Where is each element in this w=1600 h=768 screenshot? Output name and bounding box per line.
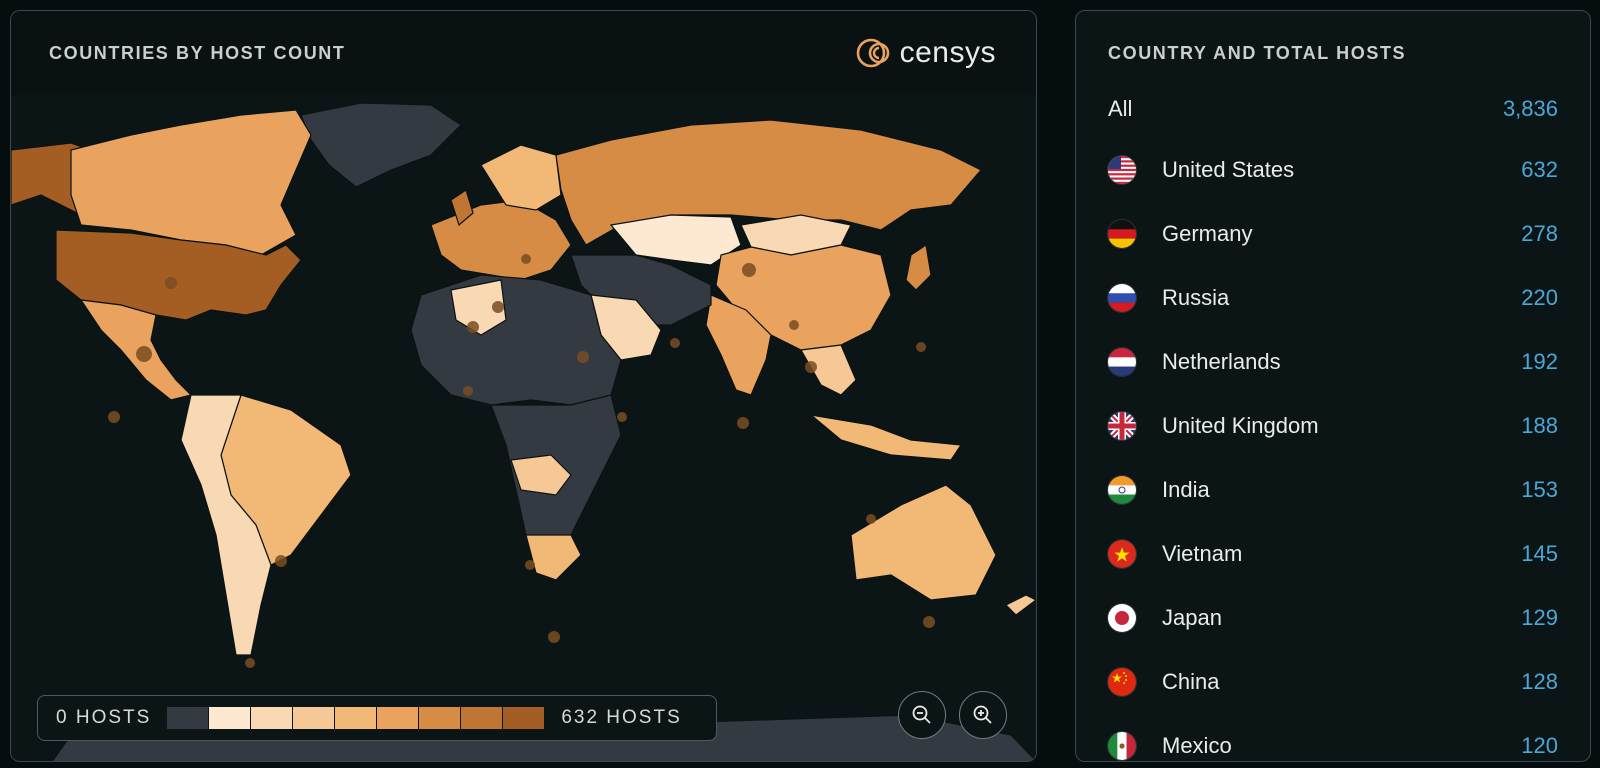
country-row[interactable]: Germany 278 bbox=[1076, 202, 1590, 266]
world-map-svg[interactable] bbox=[11, 95, 1037, 762]
country-row[interactable]: United States 632 bbox=[1076, 138, 1590, 202]
region-greenland[interactable] bbox=[300, 102, 462, 188]
all-count: 3,836 bbox=[1502, 96, 1558, 121]
country-rows: United States 632 Germany 278 Russia 220 bbox=[1076, 138, 1590, 761]
country-name: Russia bbox=[1162, 285, 1230, 310]
mx-flag-icon bbox=[1108, 732, 1136, 760]
country-count: 145 bbox=[1521, 541, 1558, 566]
zoom-in-button[interactable] bbox=[959, 691, 1007, 739]
map-legend: 0 HOSTS 632 HOSTS bbox=[37, 695, 717, 741]
in-flag-icon bbox=[1108, 476, 1136, 504]
country-row[interactable]: India 153 bbox=[1076, 458, 1590, 522]
country-row[interactable]: Japan 129 bbox=[1076, 586, 1590, 650]
de-flag-icon bbox=[1108, 220, 1136, 248]
region-japan[interactable] bbox=[905, 243, 932, 291]
legend-color-scale bbox=[167, 707, 546, 729]
country-row[interactable]: Russia 220 bbox=[1076, 266, 1590, 330]
country-count: 128 bbox=[1521, 669, 1558, 694]
zoom-out-icon bbox=[912, 705, 931, 724]
country-name: Netherlands bbox=[1162, 349, 1281, 374]
legend-swatch bbox=[419, 707, 462, 729]
ru-flag-icon bbox=[1108, 284, 1136, 312]
country-list-title: COUNTRY AND TOTAL HOSTS bbox=[1108, 43, 1407, 63]
country-count: 192 bbox=[1521, 349, 1558, 374]
country-name: Germany bbox=[1162, 221, 1253, 246]
country-list-header: COUNTRY AND TOTAL HOSTS bbox=[1076, 11, 1590, 64]
legend-swatch bbox=[251, 707, 294, 729]
all-label: All bbox=[1108, 96, 1133, 121]
all-row[interactable]: All 3,836 bbox=[1076, 94, 1590, 124]
legend-min-label: 0 HOSTS bbox=[56, 707, 152, 728]
legend-max-label: 632 HOSTS bbox=[561, 707, 682, 728]
region-europe-west[interactable] bbox=[430, 199, 572, 281]
legend-swatch bbox=[209, 707, 252, 729]
country-count: 120 bbox=[1521, 733, 1558, 758]
country-count: 188 bbox=[1521, 413, 1558, 438]
region-africa-north[interactable] bbox=[410, 274, 622, 406]
legend-swatch bbox=[503, 707, 546, 729]
country-row[interactable]: Netherlands 192 bbox=[1076, 330, 1590, 394]
world-map[interactable]: 0 HOSTS 632 HOSTS bbox=[11, 95, 1037, 762]
country-count: 278 bbox=[1521, 221, 1558, 246]
nl-flag-icon bbox=[1108, 348, 1136, 376]
region-south-africa[interactable] bbox=[525, 534, 582, 581]
country-row[interactable]: China 128 bbox=[1076, 650, 1590, 714]
country-count: 153 bbox=[1521, 477, 1558, 502]
country-list-panel: COUNTRY AND TOTAL HOSTS All 3,836 United… bbox=[1075, 10, 1591, 762]
country-name: Mexico bbox=[1162, 733, 1232, 758]
legend-swatch bbox=[335, 707, 378, 729]
country-name: United Kingdom bbox=[1162, 413, 1319, 438]
legend-swatch bbox=[461, 707, 504, 729]
legend-swatch bbox=[377, 707, 420, 729]
country-row[interactable]: Vietnam 145 bbox=[1076, 522, 1590, 586]
country-count: 129 bbox=[1521, 605, 1558, 630]
vn-flag-icon bbox=[1108, 540, 1136, 568]
country-name: India bbox=[1162, 477, 1210, 502]
country-row[interactable]: Mexico 120 bbox=[1076, 714, 1590, 761]
country-count: 632 bbox=[1521, 157, 1558, 182]
legend-swatch bbox=[167, 707, 210, 729]
zoom-out-button[interactable] bbox=[898, 691, 946, 739]
region-scandinavia[interactable] bbox=[480, 144, 562, 211]
us-flag-icon bbox=[1108, 156, 1136, 184]
country-row[interactable]: United Kingdom 188 bbox=[1076, 394, 1590, 458]
censys-logo-icon bbox=[856, 38, 889, 68]
censys-logo: censys bbox=[856, 36, 996, 70]
map-panel: COUNTRIES BY HOST COUNT censys 0 HOSTS 6… bbox=[10, 10, 1037, 762]
censys-logo-text: censys bbox=[899, 36, 996, 69]
country-name: United States bbox=[1162, 157, 1295, 182]
country-name: Vietnam bbox=[1162, 541, 1243, 566]
legend-swatch bbox=[293, 707, 336, 729]
jp-flag-icon bbox=[1108, 604, 1136, 632]
map-panel-header: COUNTRIES BY HOST COUNT censys bbox=[11, 11, 1036, 95]
region-new-zealand[interactable] bbox=[1004, 594, 1036, 616]
map-panel-title: COUNTRIES BY HOST COUNT bbox=[49, 42, 346, 63]
country-name: Japan bbox=[1162, 605, 1222, 630]
country-count: 220 bbox=[1521, 285, 1558, 310]
zoom-in-icon bbox=[973, 705, 992, 724]
gb-flag-icon bbox=[1108, 412, 1136, 440]
cn-flag-icon bbox=[1108, 668, 1136, 696]
region-australia[interactable] bbox=[850, 484, 997, 601]
country-name: China bbox=[1162, 669, 1220, 694]
region-indonesia[interactable] bbox=[808, 414, 963, 461]
